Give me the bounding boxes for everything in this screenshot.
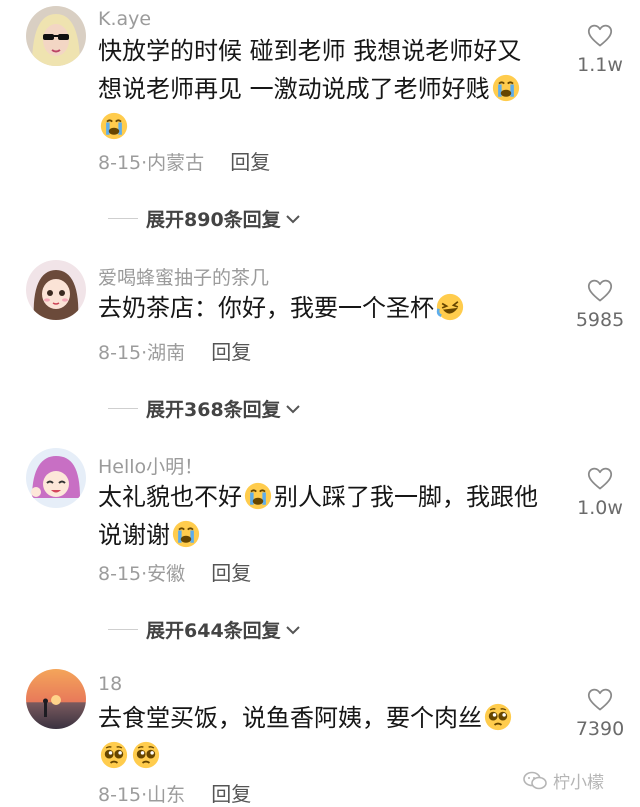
username[interactable]: Hello小明！ xyxy=(98,452,203,479)
chevron-down-icon xyxy=(285,625,301,635)
avatar[interactable] xyxy=(26,669,86,729)
laughing-face-icon xyxy=(436,293,464,321)
like-button[interactable]: 7390 xyxy=(565,688,635,740)
heart-outline-icon xyxy=(587,24,613,48)
crying-face-icon xyxy=(492,74,520,102)
pleading-face-icon xyxy=(484,703,512,731)
like-count: 5985 xyxy=(575,309,625,331)
comment-date: 8-15 xyxy=(98,784,142,806)
divider xyxy=(108,218,138,219)
expand-replies-button[interactable]: 展开644条回复 xyxy=(108,616,301,643)
comment-location: 内蒙古 xyxy=(147,152,205,174)
like-count: 1.1w xyxy=(577,54,623,76)
comment-text: 快放学的时候 碰到老师 我想说老师好又想说老师再见 一激动说成了老师好贱 xyxy=(98,32,544,146)
pleading-face-icon xyxy=(100,741,128,769)
avatar[interactable] xyxy=(26,260,86,320)
like-button[interactable]: 5985 xyxy=(565,279,635,331)
reply-button[interactable]: 回复 xyxy=(211,782,251,806)
comment-meta: 8-15·山东 回复 xyxy=(98,782,252,806)
comment-text: 太礼貌也不好 别人踩了我一脚，我跟他说谢谢 xyxy=(98,482,538,549)
comment-date: 8-15 xyxy=(98,563,142,585)
expand-replies-button[interactable]: 展开368条回复 xyxy=(108,395,301,422)
crying-face-icon xyxy=(100,112,128,140)
like-button[interactable]: 1.0w xyxy=(565,467,635,519)
expand-replies-label: 展开368条回复 xyxy=(146,399,281,421)
expand-replies-label: 展开644条回复 xyxy=(146,620,281,642)
chevron-down-icon xyxy=(285,404,301,414)
avatar[interactable] xyxy=(26,448,86,508)
comment-text: 去奶茶店：你好，我要一个圣杯 xyxy=(98,289,544,327)
crying-face-icon xyxy=(244,482,272,510)
like-count: 7390 xyxy=(575,718,625,740)
pleading-face-icon xyxy=(132,741,160,769)
comment-meta: 8-15·内蒙古 回复 xyxy=(98,150,271,174)
comment-meta: 8-15·安徽 回复 xyxy=(98,561,252,585)
watermark-text: 柠小檬 xyxy=(553,773,604,793)
comment-date: 8-15 xyxy=(98,152,142,174)
comment-location: 山东 xyxy=(147,784,186,806)
like-count: 1.0w xyxy=(577,497,623,519)
comment-location: 湖南 xyxy=(147,342,186,364)
crying-face-icon xyxy=(172,520,200,548)
reply-button[interactable]: 回复 xyxy=(211,561,251,585)
heart-outline-icon xyxy=(587,467,613,491)
watermark: 柠小檬 xyxy=(523,768,604,793)
username[interactable]: 爱喝蜂蜜抽子的茶几 xyxy=(98,263,269,290)
heart-outline-icon xyxy=(587,279,613,303)
divider xyxy=(108,629,138,630)
comment-location: 安徽 xyxy=(147,563,186,585)
chevron-down-icon xyxy=(285,214,301,224)
username[interactable]: 18 xyxy=(98,673,122,695)
like-button[interactable]: 1.1w xyxy=(565,24,635,76)
expand-replies-label: 展开890条回复 xyxy=(146,209,281,231)
heart-outline-icon xyxy=(587,688,613,712)
comment-text: 去食堂买饭，说鱼香阿姨，要个肉丝 xyxy=(98,699,544,775)
wechat-icon xyxy=(523,771,547,789)
reply-button[interactable]: 回复 xyxy=(230,150,270,174)
avatar[interactable] xyxy=(26,6,86,66)
reply-button[interactable]: 回复 xyxy=(211,340,251,364)
expand-replies-button[interactable]: 展开890条回复 xyxy=(108,205,301,232)
username[interactable]: K.aye xyxy=(98,8,151,30)
comment-meta: 8-15·湖南 回复 xyxy=(98,340,252,364)
divider xyxy=(108,408,138,409)
comment-date: 8-15 xyxy=(98,342,142,364)
